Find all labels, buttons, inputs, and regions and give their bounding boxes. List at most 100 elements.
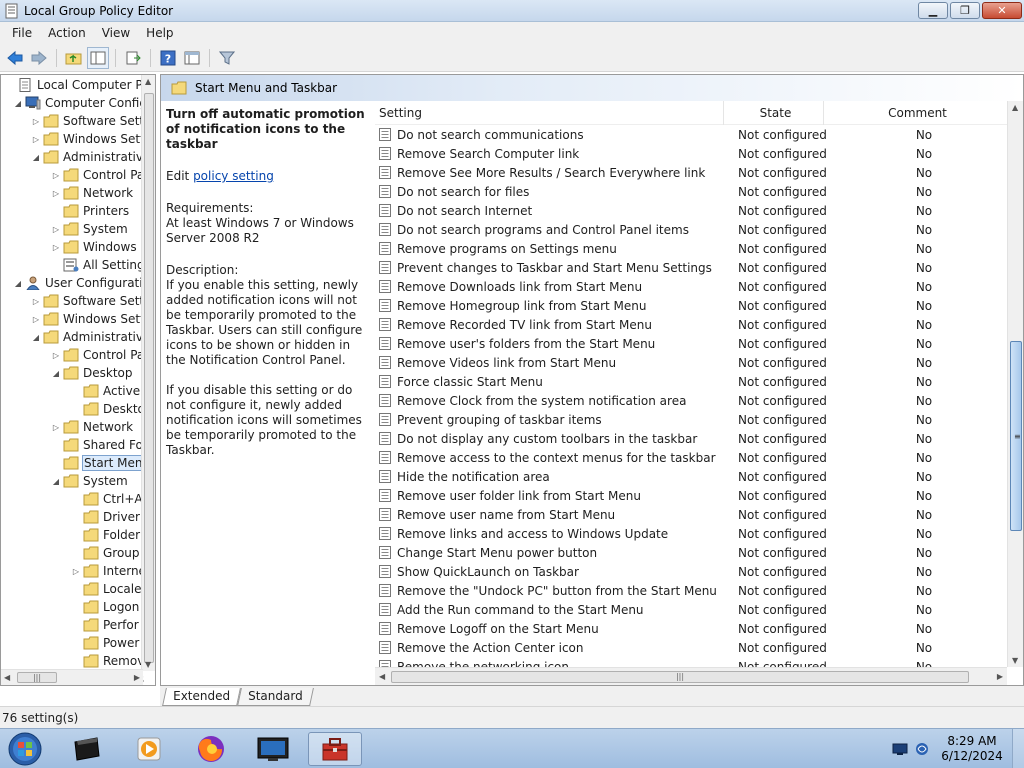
scroll-up-icon[interactable]: ▲ bbox=[1012, 103, 1018, 112]
expand-arrow-icon[interactable]: ▷ bbox=[51, 351, 61, 360]
scroll-down-icon[interactable]: ▼ bbox=[145, 660, 151, 669]
collapse-arrow-icon[interactable]: ◢ bbox=[31, 333, 41, 342]
tree-item[interactable]: ▷ Software Setti bbox=[31, 292, 148, 310]
table-row[interactable]: Do not search for files Not configured No bbox=[375, 182, 1007, 201]
minimize-button[interactable]: ▁ bbox=[918, 2, 948, 19]
tree-item[interactable]: Active bbox=[71, 382, 141, 400]
clock[interactable]: 8:29 AM 6/12/2024 bbox=[936, 734, 1008, 764]
table-row[interactable]: Remove the "Undock PC" button from the S… bbox=[375, 581, 1007, 600]
menu-view[interactable]: View bbox=[94, 26, 138, 40]
table-row[interactable]: Do not display any custom toolbars in th… bbox=[375, 429, 1007, 448]
menu-file[interactable]: File bbox=[4, 26, 40, 40]
scroll-right-icon[interactable]: ▶ bbox=[134, 673, 140, 682]
table-row[interactable]: Remove Recorded TV link from Start Menu N… bbox=[375, 315, 1007, 334]
display-icon[interactable] bbox=[892, 741, 908, 757]
expand-arrow-icon[interactable]: ▷ bbox=[31, 117, 41, 126]
show-hide-tree-icon[interactable] bbox=[87, 46, 109, 69]
tree-item[interactable]: Local Computer Polic bbox=[5, 76, 155, 94]
collapse-arrow-icon[interactable]: ◢ bbox=[31, 153, 41, 162]
expand-arrow-icon[interactable]: ▷ bbox=[51, 225, 61, 234]
table-row[interactable]: Remove programs on Settings menu Not conf… bbox=[375, 239, 1007, 258]
tree-item[interactable]: Driver bbox=[71, 508, 141, 526]
restore-button[interactable]: ❐ bbox=[950, 2, 980, 19]
tree-item[interactable]: ▷ Software Setti bbox=[31, 112, 148, 130]
tree-item[interactable]: ▷ System bbox=[51, 220, 129, 238]
table-row[interactable]: Do not search Internet Not configured No bbox=[375, 201, 1007, 220]
column-header-state[interactable]: State bbox=[724, 100, 824, 125]
table-row[interactable]: Hide the notification area Not configured… bbox=[375, 467, 1007, 486]
up-folder-icon[interactable] bbox=[63, 47, 85, 69]
table-row[interactable]: Remove See More Results / Search Everywh… bbox=[375, 163, 1007, 182]
table-row[interactable]: Remove user folder link from Start Menu N… bbox=[375, 486, 1007, 505]
tree-item[interactable]: ▷ Network bbox=[51, 184, 134, 202]
table-row[interactable]: Remove access to the context menus for t… bbox=[375, 448, 1007, 467]
terminal-icon[interactable] bbox=[60, 732, 114, 766]
table-row[interactable]: Remove Videos link from Start Menu Not co… bbox=[375, 353, 1007, 372]
table-row[interactable]: Force classic Start Menu Not configured No bbox=[375, 372, 1007, 391]
table-row[interactable]: Remove links and access to Windows Updat… bbox=[375, 524, 1007, 543]
console-tree[interactable]: Local Computer Polic ◢ Computer Config ▷ Sof… bbox=[0, 74, 156, 686]
help-icon[interactable]: ? bbox=[157, 47, 179, 69]
tab-extended[interactable]: Extended bbox=[162, 688, 241, 706]
tree-item[interactable]: Perfor bbox=[71, 616, 140, 634]
tree-item[interactable]: ◢ Desktop bbox=[51, 364, 134, 382]
table-row[interactable]: Change Start Menu power button Not config… bbox=[375, 543, 1007, 562]
table-row[interactable]: Remove Logoff on the Start Menu Not confi… bbox=[375, 619, 1007, 638]
close-button[interactable]: ✕ bbox=[982, 2, 1022, 19]
media-player-icon[interactable] bbox=[122, 732, 176, 766]
tree-item[interactable]: Logon bbox=[71, 598, 140, 616]
collapse-arrow-icon[interactable]: ◢ bbox=[13, 279, 23, 288]
export-list-icon[interactable] bbox=[122, 47, 144, 69]
menu-action[interactable]: Action bbox=[40, 26, 94, 40]
network-icon[interactable] bbox=[914, 741, 930, 757]
table-row[interactable]: Add the Run command to the Start Menu Not… bbox=[375, 600, 1007, 619]
table-row[interactable]: Remove the Action Center icon Not configu… bbox=[375, 638, 1007, 657]
scroll-down-icon[interactable]: ▼ bbox=[1012, 656, 1018, 665]
list-horizontal-scrollbar[interactable]: ◀ ||| ▶ bbox=[375, 667, 1007, 685]
expand-arrow-icon[interactable]: ▷ bbox=[51, 243, 61, 252]
properties-icon[interactable] bbox=[181, 47, 203, 69]
expand-arrow-icon[interactable]: ▷ bbox=[31, 315, 41, 324]
expand-arrow-icon[interactable]: ▷ bbox=[31, 297, 41, 306]
tree-item[interactable]: ◢ User Configuratio bbox=[13, 274, 151, 292]
forward-icon[interactable] bbox=[28, 47, 50, 69]
column-header-setting[interactable]: Setting bbox=[375, 100, 724, 125]
table-row[interactable]: Show QuickLaunch on Taskbar Not configure… bbox=[375, 562, 1007, 581]
tree-item[interactable]: Locale bbox=[71, 580, 142, 598]
scroll-left-icon[interactable]: ◀ bbox=[4, 673, 10, 682]
policy-setting-link[interactable]: policy setting bbox=[193, 169, 274, 183]
firefox-icon[interactable] bbox=[184, 732, 238, 766]
tree-item[interactable]: ◢ Computer Config bbox=[13, 94, 148, 112]
tree-item[interactable]: ▷ Windows Sett bbox=[31, 310, 146, 328]
list-scroll-thumb[interactable]: ≡ bbox=[1010, 341, 1022, 531]
tree-item[interactable]: All Setting bbox=[51, 256, 146, 274]
scroll-right-icon[interactable]: ▶ bbox=[997, 672, 1003, 681]
filter-icon[interactable] bbox=[216, 47, 238, 69]
table-row[interactable]: Remove Downloads link from Start Menu Not… bbox=[375, 277, 1007, 296]
tree-item[interactable]: Deskto bbox=[71, 400, 146, 418]
tree-item[interactable]: ▷ Interne bbox=[71, 562, 147, 580]
table-row[interactable]: Remove Search Computer link Not configure… bbox=[375, 144, 1007, 163]
menu-help[interactable]: Help bbox=[138, 26, 181, 40]
table-row[interactable]: Remove user's folders from the Start Men… bbox=[375, 334, 1007, 353]
expand-arrow-icon[interactable]: ▷ bbox=[51, 423, 61, 432]
remote-desktop-icon[interactable] bbox=[246, 732, 300, 766]
tab-standard[interactable]: Standard bbox=[237, 688, 314, 706]
table-row[interactable]: Remove user name from Start Menu Not conf… bbox=[375, 505, 1007, 524]
tree-item[interactable]: Start Menu bbox=[51, 454, 153, 472]
tree-item[interactable]: ◢ Administrative bbox=[31, 148, 151, 166]
tree-horizontal-scrollbar[interactable]: ◀ ||| ▶ bbox=[1, 669, 143, 685]
tree-item[interactable]: Power bbox=[71, 634, 140, 652]
tree-item[interactable]: ◢ System bbox=[51, 472, 129, 490]
tree-item[interactable]: ▷ Network bbox=[51, 418, 134, 436]
expand-arrow-icon[interactable]: ▷ bbox=[51, 171, 61, 180]
tree-item[interactable]: ▷ Windows bbox=[51, 238, 138, 256]
expand-arrow-icon[interactable]: ▷ bbox=[71, 567, 81, 576]
collapse-arrow-icon[interactable]: ◢ bbox=[51, 477, 61, 486]
tree-item[interactable]: Ctrl+A bbox=[71, 490, 144, 508]
collapse-arrow-icon[interactable]: ◢ bbox=[51, 369, 61, 378]
collapse-arrow-icon[interactable]: ◢ bbox=[13, 99, 23, 108]
tree-item[interactable]: Group bbox=[71, 544, 141, 562]
tree-item[interactable]: ◢ Administrative bbox=[31, 328, 151, 346]
tree-item[interactable]: Printers bbox=[51, 202, 130, 220]
